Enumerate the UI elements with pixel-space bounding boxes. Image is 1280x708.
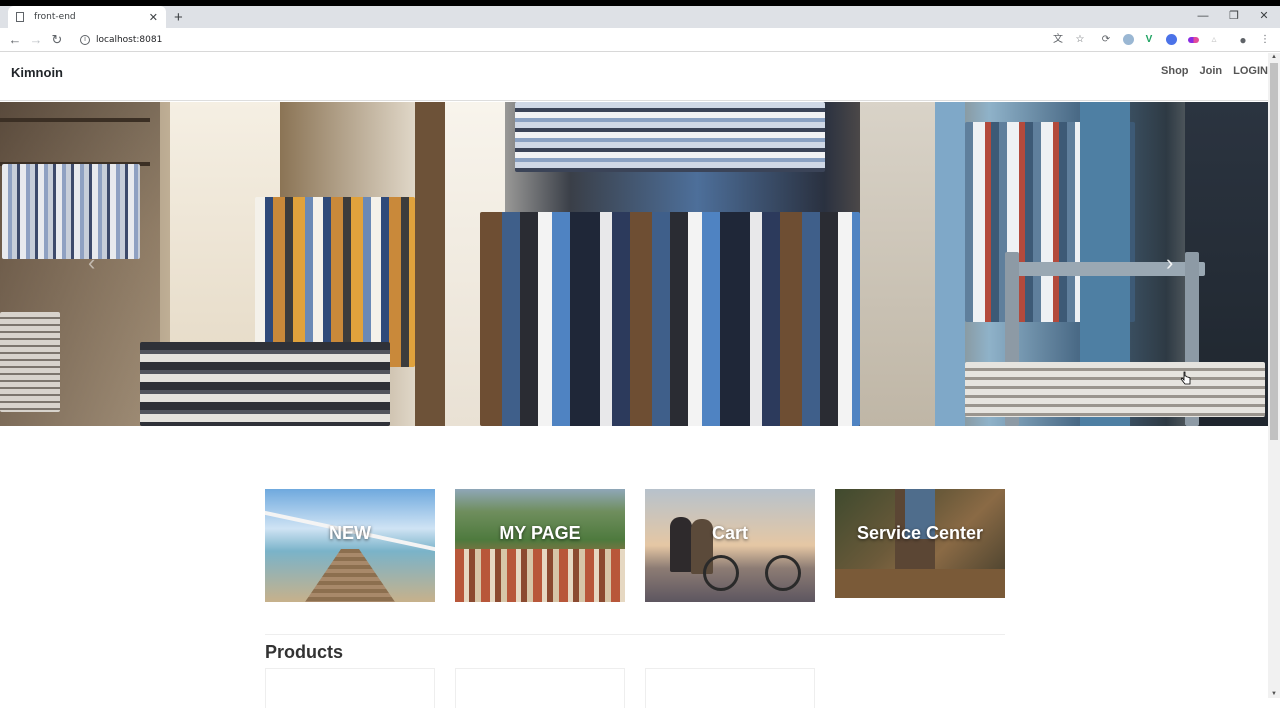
extension-sync-icon[interactable]: ⟳ (1100, 34, 1112, 46)
browser-toolbar: ← → ↻ i localhost:8081 文 ☆ ⟳ V ▵ ● ⋮ (0, 28, 1280, 52)
reload-icon[interactable]: ↻ (49, 32, 65, 48)
new-tab-button[interactable]: + (174, 9, 183, 26)
profile-avatar-icon[interactable]: ● (1237, 34, 1249, 46)
cart-card[interactable]: Cart (645, 489, 815, 602)
menu-cards: NEW MY PAGE Cart Service Center (265, 489, 1005, 604)
my-page-card[interactable]: MY PAGE (455, 489, 625, 602)
tab-bar: front-end ✕ + — ❐ ✕ (0, 6, 1280, 28)
brand-logo[interactable]: Kimnoin (11, 65, 63, 80)
new-card[interactable]: NEW (265, 489, 435, 602)
mouse-pointer-icon (1181, 371, 1191, 385)
nav-shop-link[interactable]: Shop (1161, 65, 1189, 77)
browser-menu-icon[interactable]: ⋮ (1259, 34, 1271, 46)
cart-card-label: Cart (711, 523, 748, 543)
nav-join-link[interactable]: Join (1200, 65, 1223, 77)
site-navbar: Kimnoin Shop Join LOGIN (0, 53, 1268, 101)
product-card[interactable] (265, 668, 435, 708)
my-page-card-label: MY PAGE (499, 523, 581, 543)
close-window-button[interactable]: ✕ (1249, 6, 1279, 28)
forward-arrow-icon[interactable]: → (28, 32, 44, 48)
tab-title: front-end (34, 12, 76, 22)
products-heading: Products (265, 642, 344, 662)
page-icon (16, 12, 24, 22)
service-center-card-label: Service Center (856, 523, 984, 543)
back-arrow-icon[interactable]: ← (7, 32, 23, 48)
carousel-prev-arrow[interactable]: ‹ (88, 250, 95, 276)
nav-login-link[interactable]: LOGIN (1233, 65, 1268, 77)
close-tab-icon[interactable]: ✕ (149, 11, 158, 24)
section-divider (265, 634, 1005, 635)
restore-button[interactable]: ❐ (1219, 6, 1249, 28)
extension-vue-icon[interactable]: V (1143, 34, 1155, 46)
extension-hexagon-icon[interactable] (1166, 34, 1177, 45)
new-card-label: NEW (329, 523, 371, 543)
product-card[interactable] (645, 668, 815, 708)
extension-globe-icon[interactable] (1123, 34, 1134, 45)
extension-triangle-icon[interactable]: ▵ (1208, 34, 1220, 46)
service-center-card[interactable]: Service Center (835, 489, 1005, 598)
extension-bars-icon[interactable] (1188, 37, 1199, 43)
scroll-down-icon[interactable]: ▼ (1271, 691, 1277, 697)
bookmark-star-icon[interactable]: ☆ (1074, 34, 1086, 46)
site-info-icon[interactable]: i (80, 35, 90, 45)
nav-links: Shop Join LOGIN (1150, 65, 1268, 77)
browser-tab[interactable]: front-end ✕ (8, 6, 166, 28)
minimize-button[interactable]: — (1188, 6, 1218, 28)
page-scrollbar[interactable]: ▲ ▼ (1268, 53, 1280, 698)
scrollbar-thumb[interactable] (1270, 63, 1278, 440)
address-bar[interactable]: i localhost:8081 (74, 30, 1100, 50)
translate-icon[interactable]: 文 (1052, 34, 1064, 46)
address-url: localhost:8081 (96, 35, 163, 45)
product-card[interactable] (455, 668, 625, 708)
hero-carousel: ‹ › (0, 102, 1268, 426)
scroll-up-icon[interactable]: ▲ (1271, 54, 1277, 60)
carousel-next-arrow[interactable]: › (1166, 250, 1173, 276)
